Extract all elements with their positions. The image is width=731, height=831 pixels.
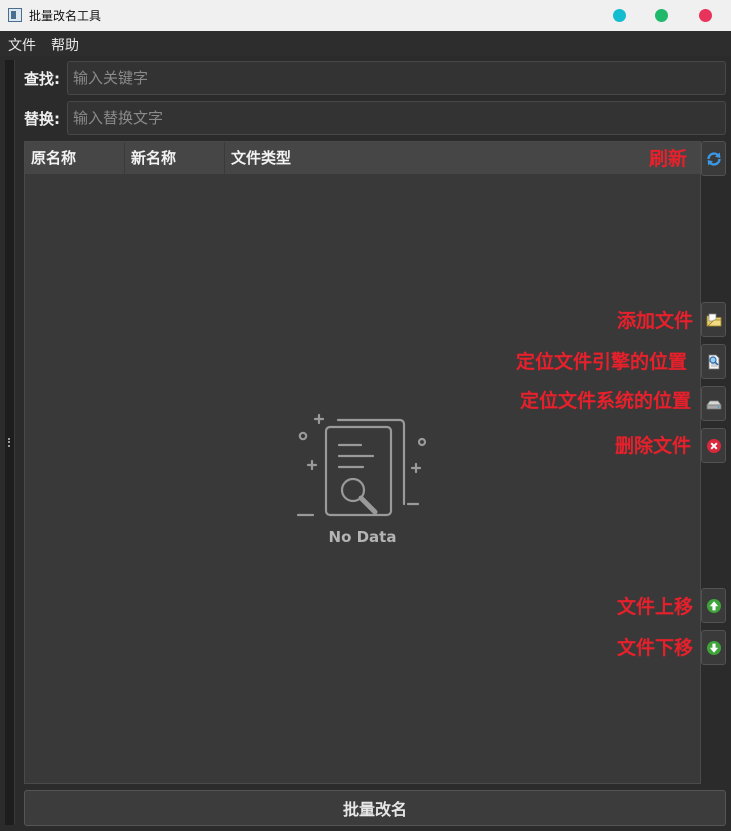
app-window-icon	[8, 8, 22, 22]
arrow-down-icon	[706, 640, 721, 655]
delete-file-button[interactable]	[701, 428, 726, 463]
locate-system-button[interactable]	[701, 386, 726, 421]
column-header-original-name[interactable]: 原名称	[25, 142, 125, 174]
column-header-new-name[interactable]: 新名称	[125, 142, 225, 174]
file-table[interactable]: 原名称 新名称 文件类型 No Data	[24, 141, 701, 784]
annotation-move-up: 文件上移	[616, 596, 693, 618]
annotation-locate-engine: 定位文件引擎的位置	[515, 351, 687, 373]
column-header-file-type[interactable]: 文件类型	[225, 142, 700, 174]
annotation-delete-file: 删除文件	[614, 435, 691, 457]
sidebar-splitter[interactable]	[5, 60, 15, 825]
menu-file[interactable]: 文件	[8, 35, 36, 55]
move-down-button[interactable]	[701, 630, 726, 665]
folder-add-icon	[706, 313, 721, 326]
locate-engine-button[interactable]	[701, 344, 726, 379]
add-file-button[interactable]	[701, 302, 726, 337]
empty-state: No Data	[295, 410, 430, 550]
annotation-locate-system: 定位文件系统的位置	[519, 390, 691, 412]
replace-input[interactable]	[67, 101, 726, 135]
arrow-up-icon	[706, 598, 721, 613]
minimize-button[interactable]	[613, 9, 626, 22]
search-input[interactable]	[67, 61, 726, 95]
splitter-grip-icon	[8, 438, 11, 447]
replace-label: 替换:	[24, 110, 60, 128]
refresh-button[interactable]	[701, 141, 726, 176]
title-bar: 批量改名工具	[0, 0, 731, 31]
disk-drive-icon	[705, 400, 722, 409]
menu-help[interactable]: 帮助	[51, 35, 79, 55]
no-data-label: No Data	[328, 528, 397, 546]
batch-rename-button[interactable]: 批量改名	[24, 790, 726, 826]
menu-bar: 文件 帮助	[0, 31, 731, 56]
delete-icon	[706, 438, 721, 453]
refresh-icon	[706, 151, 721, 166]
no-data-illustration-icon	[296, 413, 427, 517]
document-search-icon	[708, 354, 719, 369]
maximize-button[interactable]	[655, 9, 668, 22]
close-button[interactable]	[699, 9, 712, 22]
move-up-button[interactable]	[701, 588, 726, 623]
annotation-add-file: 添加文件	[616, 310, 693, 332]
window-title: 批量改名工具	[29, 9, 102, 23]
table-header: 原名称 新名称 文件类型	[25, 142, 700, 174]
search-label: 查找:	[24, 70, 60, 88]
annotation-move-down: 文件下移	[616, 637, 693, 659]
annotation-refresh: 刷新	[648, 148, 687, 170]
